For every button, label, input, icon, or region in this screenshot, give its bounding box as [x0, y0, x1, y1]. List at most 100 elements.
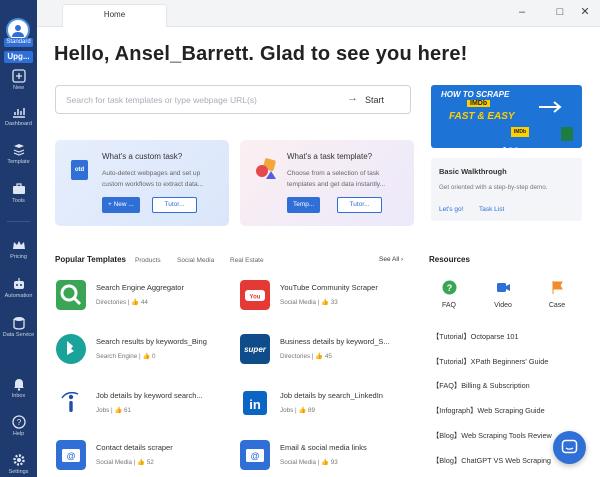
template-item[interactable]: @ Email & social media links Social Medi… — [240, 440, 420, 472]
email-icon: @ — [56, 440, 86, 470]
template-category: Social Media — [280, 459, 317, 466]
indeed-icon — [56, 388, 86, 418]
search-input[interactable]: Search for task templates or type webpag… — [55, 85, 411, 114]
template-name: Search results by keywords_Bing — [96, 337, 207, 346]
svg-text:@: @ — [251, 451, 260, 461]
template-category: Social Media — [280, 299, 317, 306]
minimize-icon[interactable]: – — [515, 5, 529, 19]
template-likes: 93 — [330, 459, 338, 466]
template-likes: 52 — [146, 459, 154, 466]
walkthrough-card: Basic Walkthrough Get oriented with a st… — [431, 158, 582, 221]
sidebar-item-label: Dashboard — [5, 121, 32, 127]
sidebar-item-help[interactable]: ? Help — [0, 415, 37, 437]
template-category: Search Engine — [96, 353, 138, 360]
svg-text:?: ? — [16, 418, 21, 427]
resource-link[interactable]: 【Blog】Web Scraping Tools Review — [432, 431, 552, 441]
new-task-button[interactable]: + New ... — [102, 197, 140, 213]
resource-video[interactable]: Video — [488, 280, 518, 309]
template-item[interactable]: You YouTube Community Scraper Social Med… — [240, 280, 420, 312]
sidebar-item-label: Settings — [8, 469, 29, 475]
sidebar-item-settings[interactable]: Settings — [0, 453, 37, 475]
task-list-link[interactable]: Task List — [479, 206, 504, 213]
tab-real-estate[interactable]: Real Estate — [230, 257, 264, 264]
template-category: Jobs — [280, 407, 294, 414]
sidebar-item-new[interactable]: New — [0, 69, 37, 91]
resource-link[interactable]: 【Infograph】Web Scraping Guide — [432, 406, 545, 416]
templates-button[interactable]: Temp... — [287, 197, 321, 213]
maximize-icon[interactable]: □ — [553, 5, 567, 19]
case-icon — [552, 281, 563, 294]
start-button[interactable]: Start — [365, 95, 384, 105]
svg-text:You: You — [250, 295, 261, 301]
card-title: What's a task template? — [287, 152, 373, 161]
template-meta: Jobs | 👍 89 — [280, 407, 316, 414]
custom-tutorial-button[interactable]: Tutor... — [152, 197, 197, 213]
svg-text:@: @ — [67, 451, 76, 461]
custom-task-icon: otd — [71, 160, 88, 180]
template-meta: Directories | 👍 45 — [280, 353, 332, 360]
template-item[interactable]: Job details by keyword search... Jobs | … — [56, 388, 236, 420]
sidebar-item-label: New — [12, 85, 24, 91]
resource-label: Case — [548, 302, 566, 309]
resource-link[interactable]: 【Tutorial】XPath Beginners' Guide — [432, 357, 548, 367]
tab-products[interactable]: Products — [135, 257, 161, 264]
close-icon[interactable]: ✕ — [578, 5, 592, 19]
custom-task-card: otd What's a custom task? Auto-detect we… — [55, 140, 229, 226]
carousel-dots[interactable] — [503, 137, 521, 148]
template-item[interactable]: Search Engine Aggregator Directories | 👍… — [56, 280, 236, 312]
see-all-link[interactable]: See All › — [379, 256, 403, 263]
template-item[interactable]: Search results by keywords_Bing Search E… — [56, 334, 236, 366]
gear-icon — [12, 454, 25, 466]
crown-icon — [12, 241, 25, 249]
resource-faq[interactable]: ? FAQ — [434, 280, 464, 309]
tab-bar: Home – □ ✕ — [37, 0, 600, 27]
template-likes: 89 — [308, 407, 316, 414]
bell-icon — [13, 379, 24, 391]
template-meta: Search Engine | 👍 0 — [96, 353, 156, 360]
template-likes: 45 — [324, 353, 332, 360]
resource-link[interactable]: 【Tutorial】Octoparse 101 — [432, 332, 519, 342]
template-category: Directories — [280, 353, 311, 360]
tab-social-media[interactable]: Social Media — [177, 257, 214, 264]
template-meta: Social Media | 👍 52 — [96, 459, 154, 466]
plan-badge: Standard — [4, 38, 33, 47]
search-placeholder: Search for task templates or type webpag… — [66, 95, 257, 105]
sidebar-item-tools[interactable]: Tools — [0, 182, 37, 204]
sidebar-item-template[interactable]: Template — [0, 143, 37, 165]
promo-banner[interactable]: HOW TO SCRAPE IMDb FAST & EASY IMDb — [431, 85, 582, 148]
resource-link[interactable]: 【FAQ】Billing & Subscription — [432, 381, 530, 391]
magnifier-icon — [56, 280, 86, 310]
sidebar-item-data-service[interactable]: Data Service — [0, 316, 37, 338]
svg-text:in: in — [249, 397, 261, 412]
card-description: Choose from a selection of task template… — [287, 170, 386, 188]
sidebar-item-inbox[interactable]: Inbox — [0, 377, 37, 399]
robot-icon — [13, 278, 24, 289]
sidebar-item-pricing[interactable]: Pricing — [0, 238, 37, 260]
lets-go-link[interactable]: Let's go! — [439, 206, 463, 213]
sidebar-item-automation[interactable]: Automation — [0, 277, 37, 299]
resource-case[interactable]: Case — [542, 280, 572, 309]
youtube-icon: You — [240, 280, 270, 310]
resource-link[interactable]: 【Blog】ChatGPT VS Web Scraping — [432, 456, 551, 466]
upgrade-button[interactable]: Upg... — [4, 51, 33, 63]
greeting-title: Hello, Ansel_Barrett. Glad to see you he… — [54, 43, 468, 65]
sidebar: Standard Upg... New Dashboard Template T… — [0, 0, 37, 477]
toolbox-icon — [12, 183, 25, 194]
promo-line-2: IMDb — [467, 100, 491, 107]
template-item[interactable]: in Job details by search_LinkedIn Jobs |… — [240, 388, 420, 420]
template-tutorial-button[interactable]: Tutor... — [337, 197, 382, 213]
chat-support-button[interactable] — [553, 431, 586, 464]
template-item[interactable]: super Business details by keyword_S... D… — [240, 334, 420, 366]
template-likes: 0 — [152, 353, 156, 360]
template-name: YouTube Community Scraper — [280, 283, 378, 292]
data-service-icon — [12, 317, 25, 330]
main-content: Hello, Ansel_Barrett. Glad to see you he… — [37, 27, 600, 477]
template-shapes-icon — [256, 158, 276, 179]
arrow-graphic-icon — [539, 101, 562, 113]
template-name: Business details by keyword_S... — [280, 337, 390, 346]
card-description: Auto-detect webpages and set up custom w… — [102, 170, 204, 188]
template-item[interactable]: @ Contact details scraper Social Media |… — [56, 440, 236, 472]
chat-icon — [561, 439, 578, 454]
sidebar-item-dashboard[interactable]: Dashboard — [0, 105, 37, 127]
tab-home[interactable]: Home — [62, 4, 167, 27]
